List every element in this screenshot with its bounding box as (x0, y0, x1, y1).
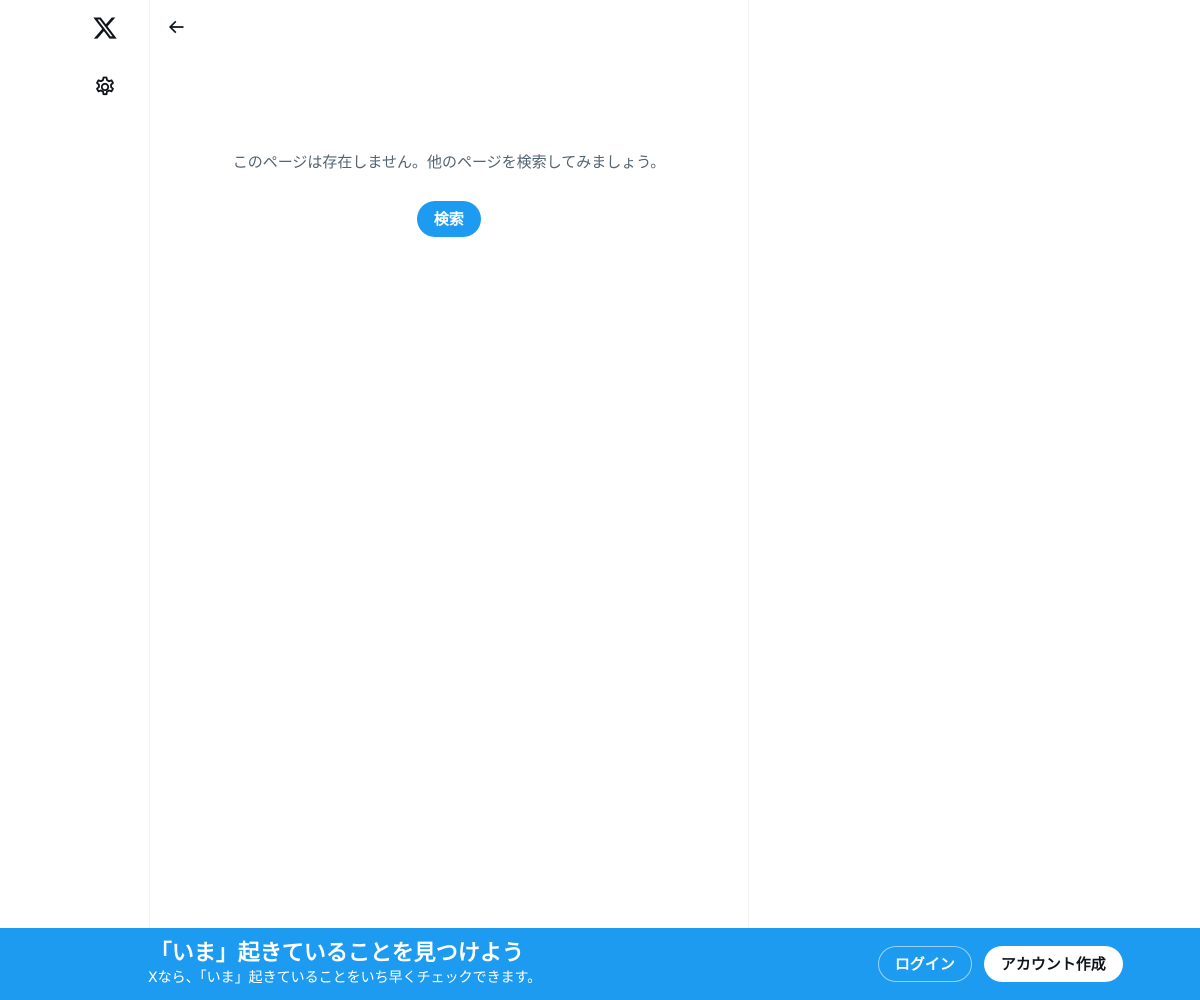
search-button[interactable]: 検索 (417, 201, 481, 237)
right-column-divider (748, 0, 749, 928)
signup-prompt-bar: 「いま」起きていることを見つけよう Xなら、「いま」起きていることをいち早くチェ… (0, 928, 1200, 1000)
signup-prompt-title: 「いま」起きていることを見つけよう (150, 941, 525, 966)
left-navigation (0, 0, 149, 928)
back-button[interactable] (158, 9, 194, 45)
arrow-left-icon (168, 20, 184, 34)
page-not-found-message: このページは存在しません。他のページを検索してみましょう。 (232, 153, 666, 171)
login-button[interactable]: ログイン (878, 946, 972, 982)
x-logo-button[interactable] (81, 4, 129, 52)
gear-icon (96, 76, 114, 96)
create-account-button[interactable]: アカウント作成 (984, 946, 1123, 982)
signup-prompt-subtitle: Xなら、「いま」起きていることをいち早くチェックできます。 (148, 970, 542, 986)
page: このページは存在しません。他のページを検索してみましょう。 検索 「いま」起きて… (0, 0, 1200, 1000)
x-logo-icon (93, 17, 117, 39)
main-column: このページは存在しません。他のページを検索してみましょう。 検索 (150, 0, 748, 928)
settings-button[interactable] (81, 63, 129, 111)
